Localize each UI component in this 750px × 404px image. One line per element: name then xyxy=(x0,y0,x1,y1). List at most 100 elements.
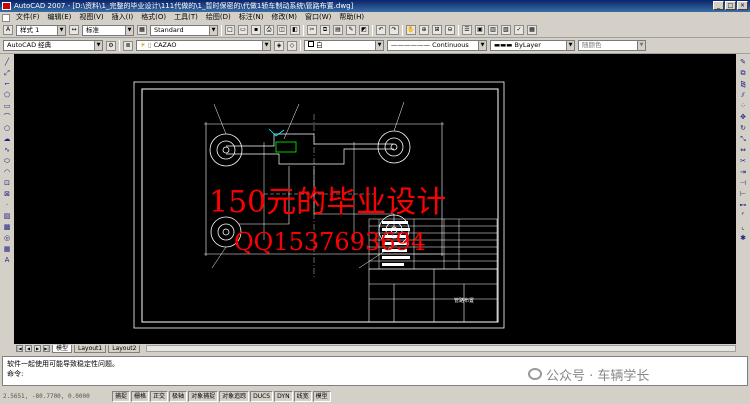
document-icon[interactable] xyxy=(2,13,10,22)
layer-manager-icon[interactable]: ≣ xyxy=(123,40,133,51)
tab-next-icon[interactable]: ▶ xyxy=(34,345,41,352)
sheet-set-icon[interactable]: ▧ xyxy=(501,25,511,35)
tab-layout1[interactable]: Layout1 xyxy=(74,344,107,353)
rotate-icon[interactable]: ↻ xyxy=(738,123,748,133)
hatch-icon[interactable]: ▨ xyxy=(2,211,12,221)
dyn-toggle[interactable]: DYN xyxy=(274,390,293,402)
calculator-icon[interactable]: ▦ xyxy=(527,25,537,35)
menu-modify[interactable]: 修改(M) xyxy=(267,12,301,23)
menu-file[interactable]: 文件(F) xyxy=(12,12,44,23)
horizontal-scrollbar[interactable] xyxy=(146,345,736,352)
new-file-icon[interactable]: □ xyxy=(225,25,235,35)
match-properties-icon[interactable]: ✎ xyxy=(346,25,356,35)
workspace-select[interactable]: AutoCAD 经典 ▼ xyxy=(3,40,103,51)
minimize-button[interactable]: _ xyxy=(713,1,724,10)
layer-previous-icon[interactable]: ◇ xyxy=(287,40,297,51)
menu-view[interactable]: 视图(V) xyxy=(75,12,107,23)
ellipse-icon[interactable]: ⬭ xyxy=(2,156,12,166)
make-block-icon[interactable]: ⊠ xyxy=(2,189,12,199)
undo-icon[interactable]: ↶ xyxy=(376,25,386,35)
copy-icon[interactable]: ⧉ xyxy=(320,25,330,35)
tab-last-icon[interactable]: ▶| xyxy=(43,345,50,352)
copy-object-icon[interactable]: ⧉ xyxy=(738,68,748,78)
open-file-icon[interactable]: ▭ xyxy=(238,25,248,35)
break-at-point-icon[interactable]: ⊣ xyxy=(738,178,748,188)
otrack-toggle[interactable]: 对象追踪 xyxy=(219,390,250,402)
construction-line-icon[interactable]: ⤢ xyxy=(2,68,12,78)
menu-window[interactable]: 窗口(W) xyxy=(301,12,335,23)
spline-icon[interactable]: ∿ xyxy=(2,145,12,155)
block-editor-icon[interactable]: ◩ xyxy=(359,25,369,35)
insert-block-icon[interactable]: ⊡ xyxy=(2,178,12,188)
tab-prev-icon[interactable]: ◀ xyxy=(25,345,32,352)
menu-tools[interactable]: 工具(T) xyxy=(170,12,202,23)
arc-icon[interactable]: ⌒ xyxy=(2,112,12,122)
break-icon[interactable]: ⊢ xyxy=(738,189,748,199)
preview-icon[interactable]: ◫ xyxy=(277,25,287,35)
drawing-canvas[interactable]: 管路布置 150元的毕业设计 QQ1537693694 xyxy=(14,54,736,344)
print-icon[interactable]: ⎙ xyxy=(264,25,274,35)
explode-icon[interactable]: ✱ xyxy=(738,233,748,243)
gradient-icon[interactable]: ▩ xyxy=(2,222,12,232)
join-icon[interactable]: ⊷ xyxy=(738,200,748,210)
grid-toggle[interactable]: 栅格 xyxy=(131,390,150,402)
extend-icon[interactable]: ⇥ xyxy=(738,167,748,177)
chamfer-icon[interactable]: ⌜ xyxy=(738,211,748,221)
rectangle-icon[interactable]: ▭ xyxy=(2,101,12,111)
lineweight-toggle[interactable]: 线宽 xyxy=(293,390,312,402)
polygon-icon[interactable]: ⬠ xyxy=(2,90,12,100)
table-style-icon[interactable]: ▦ xyxy=(137,25,147,35)
osnap-toggle[interactable]: 对象捕捉 xyxy=(188,390,219,402)
close-button[interactable]: × xyxy=(737,1,748,10)
erase-icon[interactable]: ✎ xyxy=(738,57,748,67)
menu-insert[interactable]: 插入(I) xyxy=(108,12,138,23)
redo-icon[interactable]: ↷ xyxy=(389,25,399,35)
ducs-toggle[interactable]: DUCS xyxy=(250,390,274,402)
color-select[interactable]: 白 ▼ xyxy=(304,40,384,51)
revision-cloud-icon[interactable]: ☁ xyxy=(2,134,12,144)
point-icon[interactable]: · xyxy=(2,200,12,210)
offset-icon[interactable]: ⫽ xyxy=(738,90,748,100)
markup-icon[interactable]: ✓ xyxy=(514,25,524,35)
maximize-button[interactable]: □ xyxy=(725,1,736,10)
menu-draw[interactable]: 绘图(D) xyxy=(202,12,235,23)
menu-dimension[interactable]: 标注(N) xyxy=(235,12,268,23)
mirror-icon[interactable]: ⧎ xyxy=(738,79,748,89)
polyline-icon[interactable]: ⌐ xyxy=(2,79,12,89)
dim-style-select[interactable]: 标准 ▼ xyxy=(82,24,134,36)
line-icon[interactable]: ╱ xyxy=(2,57,12,67)
menu-help[interactable]: 帮助(H) xyxy=(335,12,368,23)
array-icon[interactable]: ⁘ xyxy=(738,101,748,111)
paste-icon[interactable]: ▤ xyxy=(333,25,343,35)
table-style-select[interactable]: Standard ▼ xyxy=(150,24,218,36)
menu-edit[interactable]: 编辑(E) xyxy=(44,12,76,23)
properties-icon[interactable]: ☰ xyxy=(462,25,472,35)
linetype-select[interactable]: —————— Continuous ▼ xyxy=(387,40,487,51)
table-icon[interactable]: ▦ xyxy=(2,244,12,254)
cut-icon[interactable]: ✂ xyxy=(307,25,317,35)
zoom-previous-icon[interactable]: ⊖ xyxy=(445,25,455,35)
circle-icon[interactable]: ○ xyxy=(2,123,12,133)
design-center-icon[interactable]: ▣ xyxy=(475,25,485,35)
region-icon[interactable]: ◎ xyxy=(2,233,12,243)
text-style-icon[interactable]: A xyxy=(3,25,13,35)
ortho-toggle[interactable]: 正交 xyxy=(150,390,169,402)
tab-model[interactable]: 模型 xyxy=(52,344,73,353)
text-style-select[interactable]: 样式 1 ▼ xyxy=(16,24,66,36)
mtext-icon[interactable]: A xyxy=(2,255,12,265)
fillet-icon[interactable]: ⌞ xyxy=(738,222,748,232)
polar-toggle[interactable]: 极轴 xyxy=(169,390,188,402)
tab-first-icon[interactable]: |◀ xyxy=(16,345,23,352)
layer-select[interactable]: ☀ ▯ CAZAO ▼ xyxy=(136,40,271,51)
menu-format[interactable]: 格式(O) xyxy=(137,12,170,23)
lineweight-select[interactable]: ▬▬▬ ByLayer ▼ xyxy=(490,40,575,51)
tab-layout2[interactable]: Layout2 xyxy=(108,344,141,353)
make-current-layer-icon[interactable]: ◈ xyxy=(274,40,284,51)
snap-toggle[interactable]: 捕捉 xyxy=(112,390,131,402)
stretch-icon[interactable]: ⇔ xyxy=(738,145,748,155)
dim-style-icon[interactable]: ↔ xyxy=(69,25,79,35)
publish-icon[interactable]: ◧ xyxy=(290,25,300,35)
pan-icon[interactable]: ✋ xyxy=(406,25,416,35)
trim-icon[interactable]: ✂ xyxy=(738,156,748,166)
zoom-window-icon[interactable]: ⊞ xyxy=(432,25,442,35)
